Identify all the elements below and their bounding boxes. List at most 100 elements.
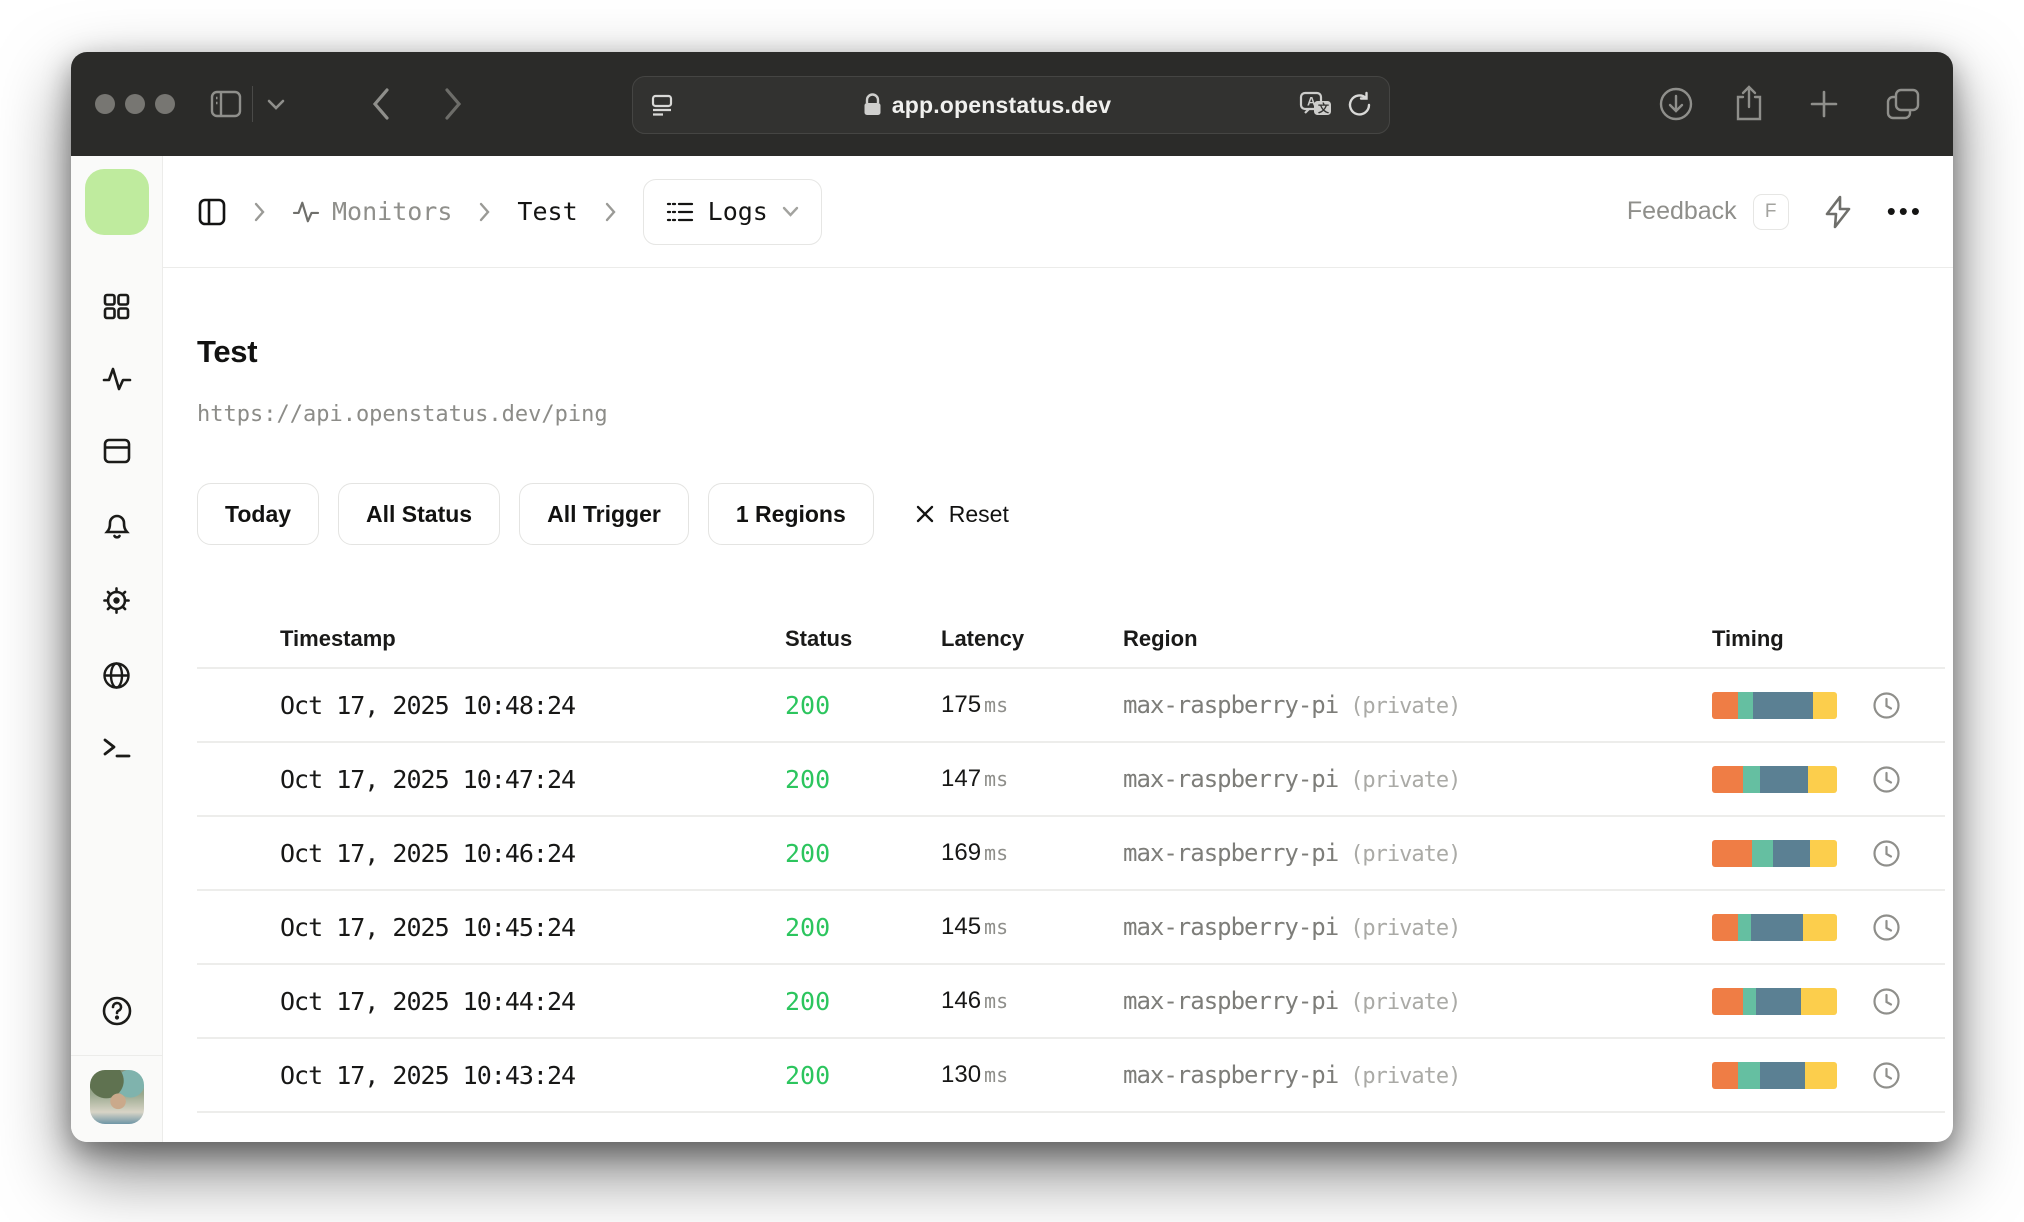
log-latency-unit: ms	[984, 767, 1009, 791]
view-selector-label: Logs	[707, 197, 768, 226]
forward-icon[interactable]	[443, 87, 463, 121]
svg-text:文: 文	[1318, 101, 1330, 115]
timing-segment	[1813, 691, 1837, 719]
lock-icon	[863, 93, 882, 117]
panel-toggle-icon[interactable]	[197, 197, 227, 227]
minimize-window-button[interactable]	[125, 94, 145, 114]
log-row[interactable]: Oct 17, 2025 10:44:24 200 146 ms max-rasp…	[197, 965, 1945, 1037]
help-icon[interactable]	[101, 995, 133, 1027]
log-timestamp: Oct 17, 2025 10:45:24	[280, 912, 576, 942]
domains-globe-icon[interactable]	[102, 661, 131, 690]
more-menu-icon[interactable]: •••	[1887, 196, 1923, 227]
clock-icon[interactable]	[1872, 839, 1945, 868]
traffic-lights[interactable]	[95, 94, 175, 114]
clock-icon[interactable]	[1872, 913, 1945, 942]
log-status-code: 200	[785, 1060, 831, 1090]
log-region-visibility: (private)	[1350, 1064, 1461, 1089]
breadcrumb-monitor-name[interactable]: Test	[517, 197, 577, 226]
clock-icon[interactable]	[1872, 1061, 1945, 1090]
clock-icon[interactable]	[1872, 691, 1945, 720]
filter-date-button[interactable]: Today	[197, 483, 320, 545]
log-timestamp: Oct 17, 2025 10:48:24	[280, 690, 576, 720]
log-region-visibility: (private)	[1350, 990, 1461, 1015]
chevron-down-icon[interactable]	[267, 98, 285, 110]
filter-trigger-button[interactable]: All Trigger	[519, 483, 689, 545]
log-latency-value: 175	[941, 691, 982, 718]
downloads-icon[interactable]	[1658, 86, 1694, 122]
reset-label: Reset	[948, 500, 1009, 527]
zoom-window-button[interactable]	[155, 94, 175, 114]
log-status-code: 200	[785, 838, 831, 868]
reset-filters-button[interactable]: Reset	[915, 501, 1009, 528]
settings-gear-icon[interactable]	[102, 586, 131, 615]
timing-segment	[1712, 1061, 1739, 1089]
workspace-logo[interactable]	[84, 169, 149, 235]
log-latency-value: 146	[941, 987, 982, 1014]
col-timing: Timing	[1712, 626, 1784, 651]
close-window-button[interactable]	[95, 94, 115, 114]
log-row[interactable]: Oct 17, 2025 10:46:24 200 169 ms max-rasp…	[197, 817, 1945, 889]
timing-segment	[1712, 691, 1739, 719]
log-region: max-raspberry-pi	[1123, 987, 1339, 1015]
log-latency-unit: ms	[984, 693, 1009, 717]
breadcrumb-chevron-icon	[478, 202, 491, 222]
log-timestamp: Oct 17, 2025 10:43:24	[280, 1060, 576, 1090]
dashboard-grid-icon[interactable]	[103, 293, 130, 320]
translate-icon[interactable]: A 文	[1299, 91, 1333, 119]
monitor-endpoint-url: https://api.openstatus.dev/ping	[197, 402, 608, 427]
new-tab-icon[interactable]	[1808, 88, 1840, 120]
status-page-window-icon[interactable]	[103, 438, 131, 464]
breadcrumb-monitors-label[interactable]: Monitors	[332, 197, 452, 226]
log-row[interactable]: Oct 17, 2025 10:43:24 200 130 ms max-rasp…	[197, 1039, 1945, 1111]
filter-status-button[interactable]: All Status	[338, 483, 501, 545]
log-latency-unit: ms	[984, 989, 1009, 1013]
zap-icon[interactable]	[1823, 195, 1853, 229]
cli-terminal-icon[interactable]	[102, 736, 132, 760]
filter-regions-button[interactable]: 1 Regions	[707, 483, 874, 545]
breadcrumb-monitors[interactable]: Monitors	[292, 197, 452, 226]
timing-segment	[1712, 987, 1744, 1015]
url-text[interactable]: app.openstatus.dev	[892, 92, 1112, 119]
logs-table: Timestamp Status Latency Region Timing O…	[197, 611, 1945, 1113]
timing-segment	[1750, 913, 1804, 941]
clock-icon[interactable]	[1872, 987, 1945, 1016]
log-row[interactable]: Oct 17, 2025 10:47:24 200 147 ms max-rasp…	[197, 743, 1945, 815]
log-region: max-raspberry-pi	[1123, 691, 1339, 719]
sidebar-divider	[71, 1055, 162, 1056]
log-timestamp: Oct 17, 2025 10:46:24	[280, 838, 576, 868]
timing-segment	[1712, 913, 1739, 941]
user-avatar[interactable]	[89, 1070, 144, 1124]
share-icon[interactable]	[1733, 85, 1765, 123]
timing-segment	[1759, 1061, 1805, 1089]
clock-icon[interactable]	[1872, 765, 1945, 794]
log-region: max-raspberry-pi	[1123, 839, 1339, 867]
notifications-bell-icon[interactable]	[103, 510, 131, 540]
feedback-button[interactable]: Feedback F	[1627, 193, 1789, 230]
monitors-activity-icon[interactable]	[102, 366, 132, 392]
reader-icon[interactable]	[649, 92, 675, 118]
filter-bar: Today All Status All Trigger 1 Regions R…	[197, 483, 1945, 545]
timing-segment	[1753, 691, 1814, 719]
close-icon	[916, 505, 933, 523]
log-region-visibility: (private)	[1350, 916, 1461, 941]
timing-segment	[1809, 839, 1837, 867]
log-status-code: 200	[785, 986, 831, 1016]
log-row[interactable]: Oct 17, 2025 10:45:24 200 145 ms max-rasp…	[197, 891, 1945, 963]
app-header: Monitors Test Logs Feedback F •••	[163, 156, 1953, 268]
back-icon[interactable]	[371, 87, 391, 121]
log-latency-value: 147	[941, 765, 982, 792]
log-latency-unit: ms	[984, 1063, 1009, 1087]
tab-overview-icon[interactable]	[1885, 87, 1921, 121]
timing-segment	[1752, 839, 1774, 867]
address-bar[interactable]: app.openstatus.dev A 文	[632, 76, 1390, 134]
sidebar-toggle-icon[interactable]	[210, 90, 242, 118]
log-status-code: 200	[785, 764, 831, 794]
col-timestamp: Timestamp	[280, 626, 396, 651]
log-latency-value: 169	[941, 839, 982, 866]
col-latency: Latency	[941, 626, 1025, 651]
timing-segment	[1773, 839, 1810, 867]
view-selector-logs[interactable]: Logs	[642, 178, 822, 245]
reload-icon[interactable]	[1347, 91, 1373, 119]
log-region: max-raspberry-pi	[1123, 765, 1339, 793]
log-row[interactable]: Oct 17, 2025 10:48:24 200 175 ms max-rasp…	[197, 669, 1945, 741]
